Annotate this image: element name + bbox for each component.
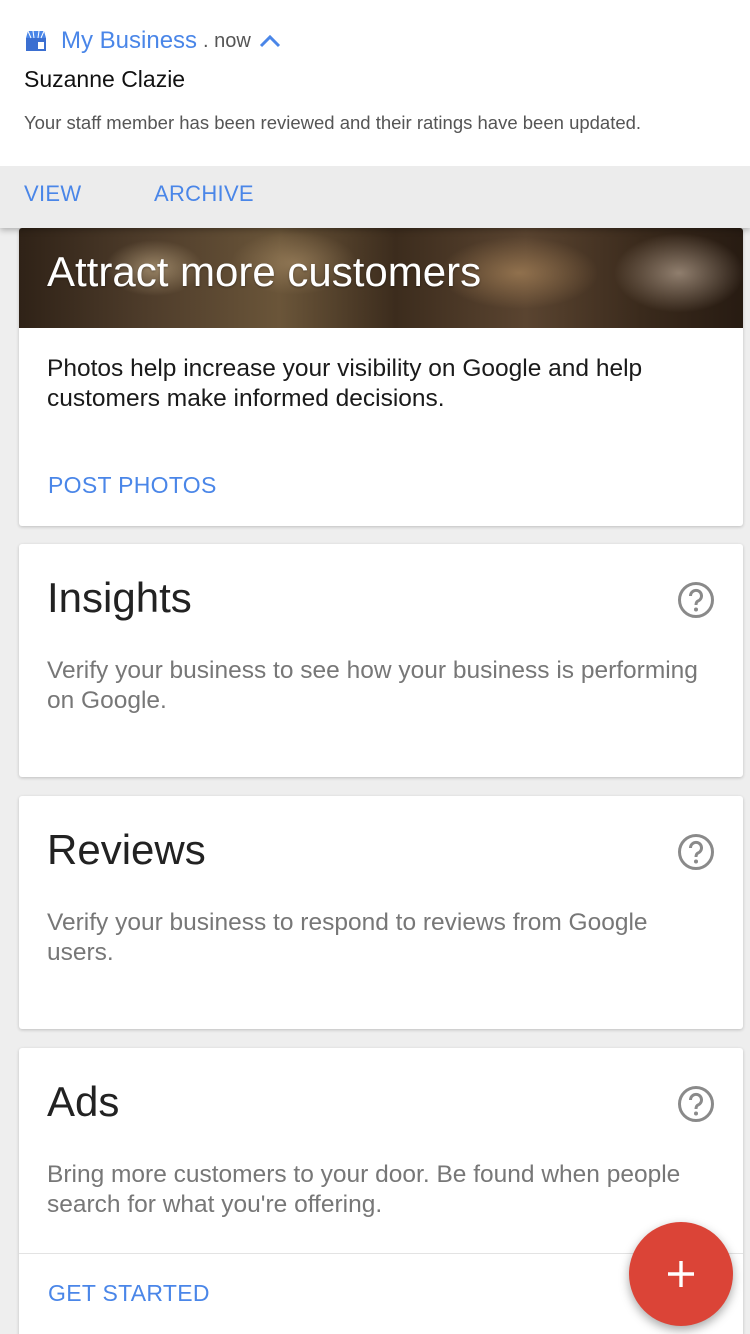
reviews-card: Reviews Verify your business to respond … [19, 796, 743, 1029]
photos-card: Attract more customers Photos help incre… [19, 228, 743, 526]
hero-image: Attract more customers [19, 228, 743, 328]
get-started-button[interactable]: GET STARTED [48, 1280, 210, 1307]
reviews-description: Verify your business to respond to revie… [47, 909, 648, 966]
archive-button[interactable]: ARCHIVE [154, 181, 254, 207]
insights-title: Insights [47, 574, 192, 621]
help-circle-icon[interactable] [677, 1085, 715, 1123]
my-business-icon [26, 30, 46, 51]
insights-description: Verify your business to see how your bus… [47, 657, 698, 714]
notification-actions: VIEW ARCHIVE [0, 166, 750, 228]
screen: My Business . now Suzanne Clazie Your st… [0, 0, 750, 1334]
ads-description: Bring more customers to your door. Be fo… [47, 1161, 681, 1218]
reviews-title: Reviews [47, 826, 206, 873]
add-fab-button[interactable] [629, 1222, 733, 1326]
notification-app-name: My Business [61, 27, 198, 54]
notification-title: Suzanne Clazie [24, 66, 186, 92]
help-circle-icon[interactable] [677, 581, 715, 619]
plus-icon [668, 1261, 694, 1287]
photos-body: Photos help increase your visibility on … [47, 355, 643, 412]
post-photos-button[interactable]: POST PHOTOS [48, 472, 217, 499]
notification-text: Your staff member has been reviewed and … [24, 112, 642, 133]
notification-time: . now [203, 29, 251, 52]
chevron-up-icon[interactable] [259, 34, 281, 48]
view-button[interactable]: VIEW [24, 181, 81, 207]
notification[interactable]: My Business . now Suzanne Clazie Your st… [0, 0, 750, 228]
hero-title: Attract more customers [47, 248, 482, 295]
help-circle-icon[interactable] [677, 833, 715, 871]
notification-header: My Business . now [24, 24, 281, 58]
insights-card: Insights Verify your business to see how… [19, 544, 743, 777]
ads-title: Ads [47, 1078, 120, 1125]
